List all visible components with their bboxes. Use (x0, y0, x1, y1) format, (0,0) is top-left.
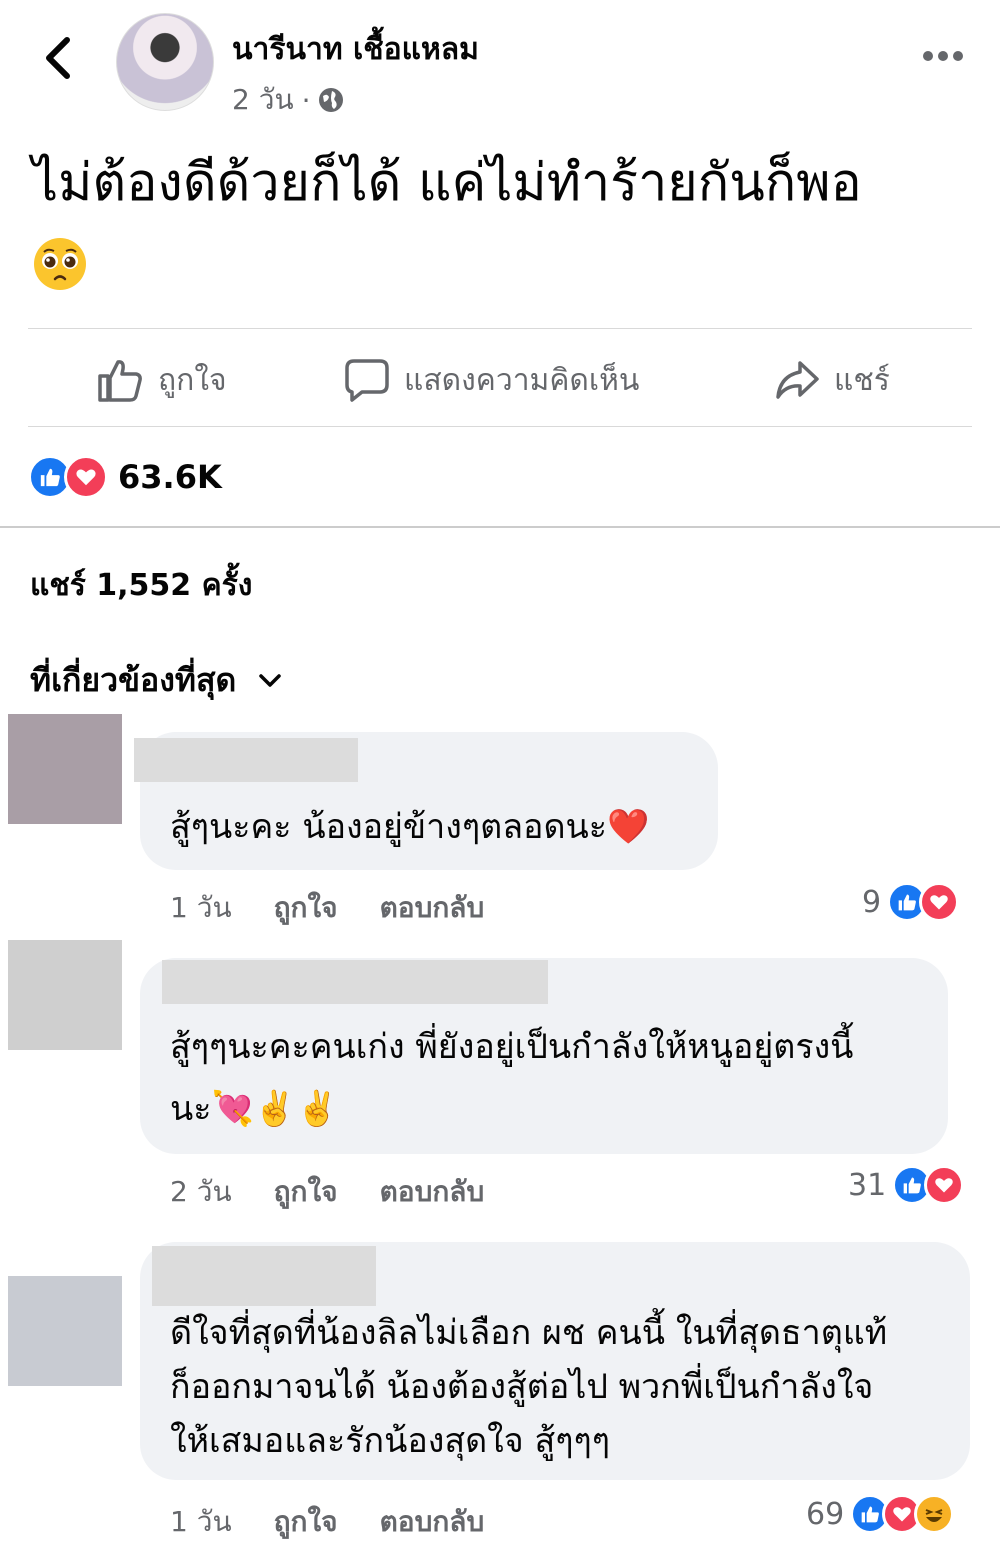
commenter-avatar[interactable] (8, 940, 122, 1050)
share-arrow-icon (776, 361, 819, 399)
commenter-name-redacted[interactable] (162, 960, 548, 1004)
comment-reactions[interactable]: 31 (848, 1165, 965, 1205)
comment-reaction-count: 69 (806, 1496, 845, 1532)
author-avatar[interactable] (116, 13, 214, 111)
comment-like-button[interactable]: ถูกใจ (274, 886, 338, 930)
chevron-left-icon (46, 37, 70, 79)
share-count[interactable]: แชร์ 1,552 ครั้ง (30, 562, 252, 609)
comment-time[interactable]: 1 วัน (170, 1500, 232, 1544)
like-button[interactable]: ถูกใจ (96, 352, 227, 408)
comment-time[interactable]: 2 วัน (170, 1170, 232, 1214)
love-reaction-icon (919, 882, 960, 922)
comment-reactions[interactable]: 69 (806, 1494, 955, 1534)
comment-meta: 2 วัน ถูกใจ ตอบกลับ (170, 1170, 484, 1214)
chevron-down-icon (259, 673, 281, 687)
comment-meta: 1 วัน ถูกใจ ตอบกลับ (170, 886, 484, 930)
comment-label: แสดงความคิดเห็น (404, 362, 640, 398)
comment-like-button[interactable]: ถูกใจ (274, 1170, 338, 1214)
divider (28, 426, 972, 427)
comment-bubble: สู้ๆนะคะ น้องอยู่ข้างๆตลอดนะ❤️ (134, 732, 718, 870)
meta-separator: · (301, 83, 311, 117)
post-time[interactable]: 2 วัน (232, 78, 294, 122)
author-name[interactable]: นารีนาท เชื้อแหลม (232, 26, 479, 73)
comment-time[interactable]: 1 วัน (170, 886, 232, 930)
post-meta: 2 วัน · (232, 78, 344, 122)
comment-text: สู้ๆๆนะคะคนเก่ง พี่ยังอยู่เป็นกำลังให้หน… (170, 1027, 854, 1067)
divider (28, 328, 972, 329)
thumbs-up-icon (98, 360, 142, 402)
commenter-avatar[interactable] (8, 1276, 122, 1386)
comment-button[interactable]: แสดงความคิดเห็น (344, 352, 639, 408)
comment-reaction-count: 31 (848, 1167, 887, 1203)
commenter-name-redacted[interactable] (134, 738, 358, 782)
haha-reaction-icon (914, 1494, 955, 1534)
globe-icon (319, 88, 344, 112)
comment-like-button[interactable]: ถูกใจ (274, 1500, 338, 1544)
commenter-avatar[interactable] (8, 714, 122, 824)
commenter-name-redacted[interactable] (152, 1246, 376, 1306)
comment-reactions[interactable]: 9 (862, 882, 960, 922)
comment-text-line2: ก็ออกมาจนได้ น้องต้องสู้ต่อไป พวกพี่เป็น… (170, 1367, 874, 1407)
share-label: แชร์ (834, 362, 890, 398)
comment-reply-button[interactable]: ตอบกลับ (380, 1170, 485, 1214)
more-options-button[interactable] (915, 36, 971, 76)
comment-meta: 1 วัน ถูกใจ ตอบกลับ (170, 1500, 484, 1544)
comment-bubble: ดีใจที่สุดที่น้องลิลไม่เลือก ผช คนนี้ ใน… (140, 1242, 970, 1480)
share-button[interactable]: แชร์ (774, 352, 890, 408)
comment-reaction-count: 9 (862, 884, 882, 920)
love-reaction-icon (64, 455, 108, 499)
pleading-face-emoji-icon (34, 238, 86, 290)
comment-text: ดีใจที่สุดที่น้องลิลไม่เลือก ผช คนนี้ ใน… (170, 1313, 888, 1353)
comment-text-line3: ให้เสมอและรักน้องสุดใจ สู้ๆๆๆ (170, 1421, 611, 1461)
post-text: ไม่ต้องดีด้วยก็ได้ แค่ไม่ทำร้ายกันก็พอ (32, 153, 862, 213)
comment-reply-button[interactable]: ตอบกลับ (380, 886, 485, 930)
sort-label: ที่เกี่ยวข้องที่สุด (30, 661, 237, 699)
more-dots-icon (923, 51, 963, 61)
back-button[interactable] (30, 30, 86, 86)
like-label: ถูกใจ (158, 362, 227, 398)
love-reaction-icon (924, 1165, 965, 1205)
comment-bubble: สู้ๆๆนะคะคนเก่ง พี่ยังอยู่เป็นกำลังให้หน… (140, 958, 948, 1154)
comment-reply-button[interactable]: ตอบกลับ (380, 1500, 485, 1544)
reaction-summary[interactable]: 63.6K (28, 455, 222, 499)
comment-text-line2: นะ💘✌️✌️ (170, 1089, 339, 1129)
comment-sort-dropdown[interactable]: ที่เกี่ยวข้องที่สุด (30, 655, 282, 706)
section-divider (0, 526, 1000, 528)
comment-bubble-icon (345, 359, 389, 402)
comment-text: สู้ๆนะคะ น้องอยู่ข้างๆตลอดนะ❤️ (170, 807, 650, 847)
reaction-count: 63.6K (118, 458, 222, 496)
